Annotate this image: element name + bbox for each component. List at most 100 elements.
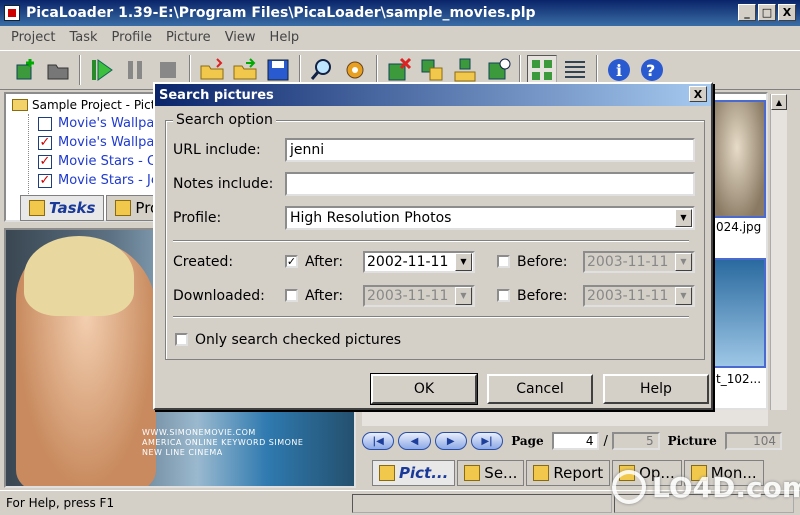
- menu-help[interactable]: Help: [263, 30, 307, 45]
- search-icon[interactable]: [307, 55, 337, 85]
- menu-picture[interactable]: Picture: [159, 30, 218, 45]
- svg-text:i: i: [616, 61, 622, 80]
- tree-item[interactable]: ✓ Movie Stars - Je: [38, 173, 159, 188]
- stop-icon[interactable]: [153, 55, 183, 85]
- ok-button[interactable]: OK: [370, 373, 478, 405]
- search-tab-icon: [464, 465, 481, 481]
- created-after-date[interactable]: 2002-11-11 ▼: [363, 251, 475, 273]
- minimize-button[interactable]: _: [738, 4, 756, 21]
- menu-view[interactable]: View: [218, 30, 263, 45]
- svg-text:?: ?: [646, 61, 655, 80]
- settings-icon[interactable]: [340, 55, 370, 85]
- chevron-down-icon[interactable]: ▼: [675, 287, 692, 305]
- prev-page-button[interactable]: ◀: [398, 432, 431, 450]
- tree-item-checkbox[interactable]: [38, 116, 52, 131]
- last-page-button[interactable]: ▶|: [470, 432, 504, 450]
- close-button[interactable]: X: [778, 4, 796, 21]
- open-folder-icon[interactable]: [197, 55, 227, 85]
- copy-icon[interactable]: [417, 55, 447, 85]
- start-icon[interactable]: [87, 55, 117, 85]
- chevron-down-icon[interactable]: ▼: [455, 253, 472, 271]
- divider: [173, 240, 689, 242]
- tab-search[interactable]: Se...: [457, 460, 525, 486]
- cancel-button[interactable]: Cancel: [487, 374, 593, 404]
- page-total: 5: [611, 432, 660, 450]
- chevron-down-icon[interactable]: ▼: [675, 253, 692, 271]
- menu-task[interactable]: Task: [62, 30, 104, 45]
- pause-icon[interactable]: [120, 55, 150, 85]
- created-before-date[interactable]: 2003-11-11 ▼: [583, 251, 695, 273]
- tree-item-checkbox[interactable]: ✓: [38, 135, 52, 150]
- created-before-checkbox[interactable]: [497, 255, 510, 268]
- move-icon[interactable]: [450, 55, 480, 85]
- downloaded-after-label: After:: [305, 288, 344, 304]
- chevron-down-icon[interactable]: ▼: [675, 209, 692, 227]
- dialog-close-button[interactable]: X: [689, 86, 707, 102]
- profile-select[interactable]: High Resolution Photos ▼: [285, 206, 695, 230]
- created-after-checkbox[interactable]: ✓: [285, 255, 298, 268]
- tree-item-checkbox[interactable]: ✓: [38, 154, 52, 169]
- export-icon[interactable]: [230, 55, 260, 85]
- tab-tasks-label: Tasks: [49, 199, 96, 217]
- downloaded-after-checkbox[interactable]: [285, 289, 298, 302]
- profile-value: High Resolution Photos: [290, 210, 452, 226]
- scroll-up-button[interactable]: ▲: [771, 94, 787, 110]
- created-after-label: After:: [305, 254, 344, 270]
- promo-line: NEW LINE CINEMA: [142, 448, 223, 457]
- dialog-title-bar: Search pictures X: [155, 84, 711, 106]
- info-icon[interactable]: i: [604, 55, 634, 85]
- horizontal-scrollbar[interactable]: [362, 410, 768, 426]
- tree-connector: [28, 114, 29, 206]
- only-checked-checkbox[interactable]: [175, 333, 188, 346]
- page-input[interactable]: 4: [551, 432, 600, 450]
- tree-item-checkbox[interactable]: ✓: [38, 173, 52, 188]
- maximize-button[interactable]: □: [758, 4, 776, 21]
- new-project-icon[interactable]: [10, 55, 40, 85]
- picture-count: 104: [724, 432, 782, 450]
- thumbnail-image[interactable]: [708, 100, 766, 218]
- tree-root[interactable]: Sample Project - Pict: [12, 98, 155, 112]
- tree-item[interactable]: ✓ Movie Stars - Ca: [38, 154, 164, 169]
- toolbar-separator: [189, 55, 191, 85]
- vertical-scrollbar[interactable]: ▲: [770, 94, 787, 410]
- refresh-icon[interactable]: [483, 55, 513, 85]
- tab-tasks[interactable]: Tasks: [20, 195, 105, 221]
- preview-hair: [24, 236, 134, 316]
- downloaded-after-date-value: 2003-11-11: [367, 288, 449, 304]
- group-label: Search option: [173, 112, 276, 128]
- tab-pictures[interactable]: Pict...: [372, 460, 456, 486]
- tree-item[interactable]: Movie's Wallpape: [38, 116, 171, 131]
- downloaded-after-date[interactable]: 2003-11-11 ▼: [363, 285, 475, 307]
- first-page-button[interactable]: |◀: [362, 432, 395, 450]
- downloaded-label: Downloaded:: [173, 288, 265, 304]
- open-project-icon[interactable]: [43, 55, 73, 85]
- downloaded-before-date[interactable]: 2003-11-11 ▼: [583, 285, 695, 307]
- help-icon[interactable]: ?: [637, 55, 667, 85]
- created-after-date-value: 2002-11-11: [367, 254, 449, 270]
- next-page-button[interactable]: ▶: [434, 432, 467, 450]
- thumbnail-image[interactable]: [708, 258, 766, 368]
- menu-bar: Project Task Profile Picture View Help: [0, 26, 800, 48]
- page-separator: /: [603, 433, 608, 449]
- menu-profile[interactable]: Profile: [105, 30, 159, 45]
- toolbar-separator: [299, 55, 301, 85]
- tab-pictures-label: Pict...: [399, 464, 449, 482]
- created-label: Created:: [173, 254, 234, 270]
- tab-report[interactable]: Report: [526, 460, 611, 486]
- watermark-text: LO4D.com: [652, 470, 800, 504]
- toolbar-separator: [519, 55, 521, 85]
- help-button[interactable]: Help: [603, 374, 709, 404]
- chevron-down-icon[interactable]: ▼: [455, 287, 472, 305]
- status-panel: [352, 493, 612, 513]
- menu-project[interactable]: Project: [4, 30, 62, 45]
- url-include-input[interactable]: jenni: [285, 138, 695, 162]
- tree-item[interactable]: ✓ Movie's Wallpape: [38, 135, 171, 150]
- toolbar-separator: [596, 55, 598, 85]
- thumbnails-view-icon[interactable]: [527, 55, 557, 85]
- delete-icon[interactable]: [384, 55, 414, 85]
- save-icon[interactable]: [263, 55, 293, 85]
- downloaded-before-checkbox[interactable]: [497, 289, 510, 302]
- notes-include-input[interactable]: [285, 172, 695, 196]
- details-view-icon[interactable]: [560, 55, 590, 85]
- pictures-icon: [379, 465, 395, 481]
